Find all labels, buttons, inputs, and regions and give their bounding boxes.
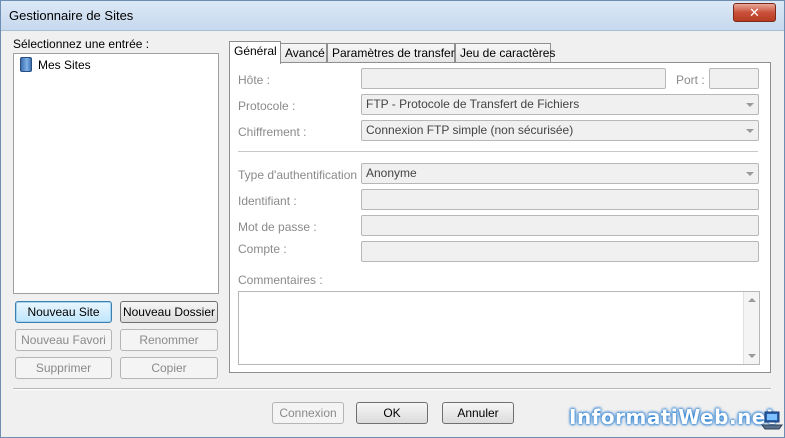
password-label: Mot de passe : (238, 220, 317, 234)
watermark-text: InformatiWeb.net (569, 405, 776, 429)
connect-button[interactable]: Connexion (272, 402, 344, 424)
protocol-value: FTP - Protocole de Transfert de Fichiers (366, 97, 580, 111)
title-bar: Gestionnaire de Sites ✕ (1, 1, 784, 31)
tab-advanced[interactable]: Avancé (280, 43, 327, 63)
scroll-down-icon[interactable] (748, 354, 756, 358)
tree-item-my-sites[interactable]: Mes Sites (20, 57, 91, 72)
chevron-down-icon (746, 129, 754, 133)
rename-button[interactable]: Renommer (120, 329, 218, 351)
close-button[interactable]: ✕ (733, 3, 776, 22)
cancel-button[interactable]: Annuler (442, 402, 514, 424)
scroll-up-icon[interactable] (748, 298, 756, 302)
tree-item-label: Mes Sites (38, 57, 91, 72)
encryption-label: Chiffrement : (238, 125, 307, 139)
host-input[interactable] (361, 68, 666, 89)
chevron-down-icon (746, 172, 754, 176)
comments-scrollbar[interactable] (743, 292, 759, 364)
port-input[interactable] (709, 68, 759, 89)
close-icon: ✕ (749, 5, 760, 20)
delete-button[interactable]: Supprimer (15, 357, 112, 379)
copy-button[interactable]: Copier (120, 357, 218, 379)
window-title: Gestionnaire de Sites (9, 8, 134, 23)
comments-textarea[interactable] (238, 291, 760, 365)
user-label: Identifiant : (238, 194, 297, 208)
port-label: Port : (676, 73, 705, 87)
account-label: Compte : (238, 242, 287, 256)
encryption-select[interactable]: Connexion FTP simple (non sécurisée) (361, 120, 759, 141)
site-folder-icon (20, 57, 32, 72)
user-input[interactable] (361, 189, 759, 210)
auth-type-select[interactable]: Anonyme (361, 163, 759, 184)
chevron-down-icon (746, 103, 754, 107)
encryption-value: Connexion FTP simple (non sécurisée) (366, 123, 574, 137)
protocol-label: Protocole : (238, 99, 296, 113)
new-bookmark-button[interactable]: Nouveau Favori (15, 329, 112, 351)
protocol-select[interactable]: FTP - Protocole de Transfert de Fichiers (361, 94, 759, 115)
new-folder-button[interactable]: Nouveau Dossier (120, 301, 218, 323)
auth-type-value: Anonyme (366, 166, 417, 180)
new-site-button[interactable]: Nouveau Site (15, 301, 112, 323)
general-panel: Hôte : Port : Protocole : FTP - Protocol… (229, 62, 771, 373)
comments-label: Commentaires : (238, 273, 323, 287)
auth-type-label: Type d'authentification : (238, 168, 364, 182)
account-input[interactable] (361, 241, 759, 262)
tab-charset[interactable]: Jeu de caractères (455, 43, 555, 63)
laptop-logo-icon (761, 411, 783, 430)
ok-button[interactable]: OK (356, 402, 428, 424)
site-manager-window: Gestionnaire de Sites ✕ Sélectionnez une… (0, 0, 785, 438)
host-label: Hôte : (238, 73, 271, 87)
footer-divider (13, 388, 771, 389)
select-entry-label: Sélectionnez une entrée : (13, 37, 150, 51)
tab-transfer-settings[interactable]: Paramètres de transfert (327, 43, 458, 63)
tab-general[interactable]: Général (229, 41, 281, 64)
site-tree[interactable]: Mes Sites (13, 53, 219, 294)
password-input[interactable] (361, 215, 759, 236)
divider (238, 151, 758, 152)
